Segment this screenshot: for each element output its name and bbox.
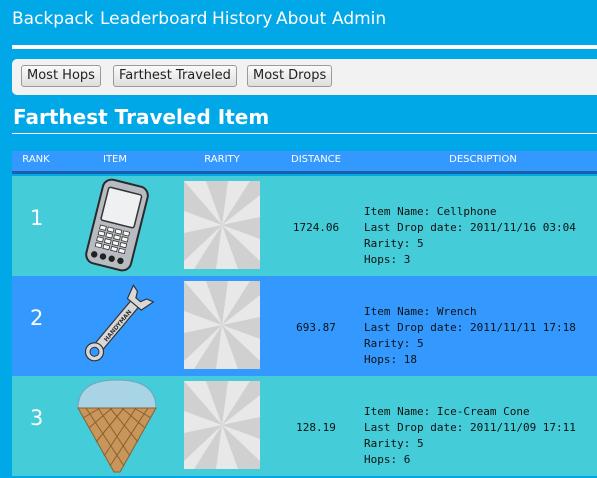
rank-cell: 3	[30, 406, 44, 430]
rarity-text: Rarity: 5	[364, 437, 424, 450]
distance-cell: 128.19	[296, 421, 336, 434]
last-drop-text: Last Drop date: 2011/11/09 17:11	[364, 421, 576, 434]
table-row: 3 128.19 Item Name: Ice-Cream Cone Last …	[12, 376, 597, 476]
item-name-text: Item Name: Wrench	[364, 305, 477, 318]
ice-cream-cone-icon	[77, 379, 157, 473]
nav-admin[interactable]: Admin	[332, 9, 386, 29]
page-title: Farthest Traveled Item	[13, 105, 270, 129]
last-drop-text: Last Drop date: 2011/11/11 17:18	[364, 321, 576, 334]
column-header-rank: RANK	[22, 154, 50, 165]
description-cell: Item Name: Wrench Last Drop date: 2011/1…	[364, 304, 576, 368]
description-cell: Item Name: Ice-Cream Cone Last Drop date…	[364, 404, 576, 468]
rarity-starburst-image	[184, 381, 260, 469]
most-drops-button[interactable]: Most Drops	[247, 65, 333, 87]
table-header-underline	[12, 171, 597, 174]
farthest-traveled-button[interactable]: Farthest Traveled	[113, 65, 237, 87]
nav-backpack[interactable]: Backpack	[12, 9, 94, 29]
nav-history[interactable]: History	[212, 9, 272, 29]
rarity-text: Rarity: 5	[364, 237, 424, 250]
rank-cell: 1	[30, 206, 44, 230]
nav-about[interactable]: About	[276, 9, 326, 29]
cellphone-icon	[85, 178, 149, 272]
nav-divider	[12, 45, 597, 49]
top-navigation: Backpack Leaderboard History About Admin	[0, 0, 597, 38]
distance-cell: 1724.06	[292, 221, 340, 234]
hops-text: Hops: 6	[364, 453, 411, 466]
column-header-rarity: RARITY	[204, 154, 240, 165]
rarity-starburst-image	[184, 281, 260, 369]
wrench-brand-text: HANDYMAN	[103, 309, 134, 344]
table-header: RANK ITEM RARITY DISTANCE DESCRIPTION	[12, 151, 597, 171]
item-name-text: Item Name: Ice-Cream Cone	[364, 405, 530, 418]
column-header-distance: DISTANCE	[291, 154, 341, 165]
wrench-icon: HANDYMAN	[84, 284, 155, 362]
nav-leaderboard[interactable]: Leaderboard	[100, 9, 207, 29]
table-row: 1 1724.06 Item Name: Cellphone Last Drop…	[12, 176, 597, 276]
hops-text: Hops: 18	[364, 353, 417, 366]
rank-cell: 2	[30, 306, 44, 330]
leaderboard-filter-bar: Most Hops Farthest Traveled Most Drops	[12, 59, 597, 95]
distance-cell: 693.87	[296, 321, 336, 334]
rarity-starburst-image	[184, 181, 260, 269]
title-divider	[12, 133, 597, 134]
most-hops-button[interactable]: Most Hops	[21, 65, 101, 87]
hops-text: Hops: 3	[364, 253, 411, 266]
table-row: 2 HANDYMAN 693.87 Item Name: Wrench Last…	[12, 276, 597, 376]
description-cell: Item Name: Cellphone Last Drop date: 201…	[364, 204, 576, 268]
last-drop-text: Last Drop date: 2011/11/16 03:04	[364, 221, 576, 234]
rarity-text: Rarity: 5	[364, 337, 424, 350]
column-header-item: ITEM	[102, 154, 128, 165]
column-header-description: DESCRIPTION	[449, 154, 517, 165]
item-name-text: Item Name: Cellphone	[364, 205, 497, 218]
